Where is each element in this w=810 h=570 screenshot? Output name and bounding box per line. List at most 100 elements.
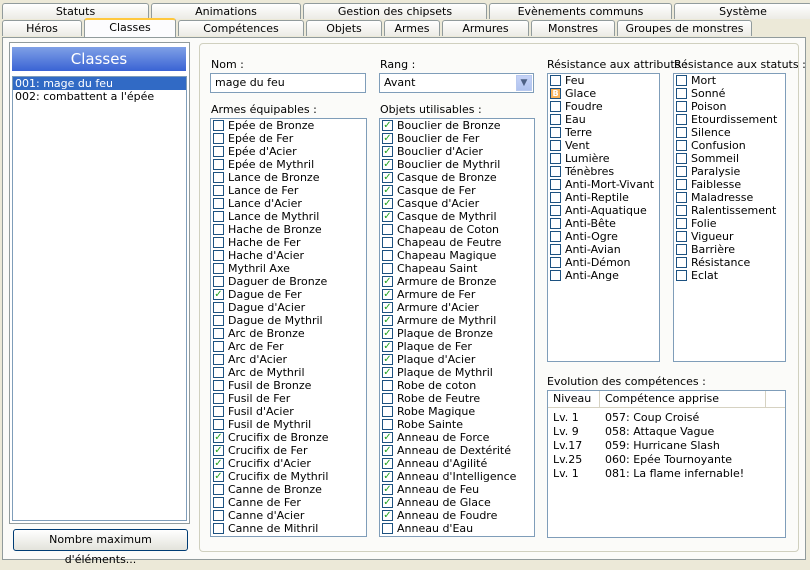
checkbox[interactable] (676, 153, 687, 164)
checkbox[interactable] (676, 192, 687, 203)
checkbox[interactable] (382, 432, 393, 443)
col-niveau[interactable]: Niveau (548, 391, 600, 407)
res-statuts-list[interactable]: Mort Sonné Poison Etourdissement Silence Conf… (673, 73, 786, 362)
checkbox[interactable] (213, 367, 224, 378)
checkbox-row[interactable]: Foudre (548, 100, 659, 113)
checkbox[interactable] (382, 276, 393, 287)
checkbox-row[interactable]: Robe Magique (380, 405, 534, 418)
checkbox[interactable] (213, 328, 224, 339)
checkbox[interactable] (213, 510, 224, 521)
checkbox-row[interactable]: Mythril Axe (211, 262, 366, 275)
checkbox-row[interactable]: Anneau de Foudre (380, 509, 534, 522)
checkbox-row[interactable]: Canne de Bronze (211, 483, 366, 496)
checkbox[interactable] (213, 315, 224, 326)
checkbox[interactable] (676, 166, 687, 177)
checkbox[interactable] (213, 380, 224, 391)
checkbox[interactable] (676, 75, 687, 86)
checkbox[interactable] (382, 133, 393, 144)
checkbox-row[interactable]: Crucifix de Mythril (211, 470, 366, 483)
checkbox-row[interactable]: Folie (674, 217, 785, 230)
checkbox-row[interactable]: Sonné (674, 87, 785, 100)
checkbox[interactable] (550, 101, 561, 112)
checkbox-row[interactable]: Lance d'Acier (211, 197, 366, 210)
checkbox-row[interactable]: Etourdissement (674, 113, 785, 126)
class-list-item[interactable]: 001: mage du feu (13, 77, 186, 90)
checkbox[interactable] (382, 315, 393, 326)
checkbox-row[interactable]: Fusil de Fer (211, 392, 366, 405)
checkbox-row[interactable]: Eau (548, 113, 659, 126)
nom-field[interactable]: mage du feu (210, 73, 366, 93)
checkbox-row[interactable]: Anneau de Dextérité (380, 444, 534, 457)
checkbox[interactable] (382, 120, 393, 131)
checkbox-row[interactable]: Anti-Avian (548, 243, 659, 256)
tab-systeme[interactable]: Système (674, 3, 810, 19)
checkbox-row[interactable]: Fusil d'Acier (211, 405, 366, 418)
checkbox[interactable] (382, 250, 393, 261)
checkbox-row[interactable]: Sommeil (674, 152, 785, 165)
checkbox-row[interactable]: Anti-Démon (548, 256, 659, 269)
checkbox[interactable] (213, 341, 224, 352)
checkbox[interactable] (213, 458, 224, 469)
checkbox-row[interactable]: Armure de Mythril (380, 314, 534, 327)
checkbox-row[interactable]: Crucifix d'Acier (211, 457, 366, 470)
chevron-down-icon[interactable]: ▼ (516, 75, 532, 91)
checkbox-row[interactable]: Plaque de Fer (380, 340, 534, 353)
checkbox[interactable] (213, 276, 224, 287)
checkbox[interactable] (213, 237, 224, 248)
checkbox[interactable]: B (550, 88, 561, 99)
checkbox-row[interactable]: Anti-Ogre (548, 230, 659, 243)
evolution-row[interactable]: Lv.25 060: Epée Tournoyante (548, 453, 785, 467)
checkbox[interactable] (382, 419, 393, 430)
checkbox-row[interactable]: Mort (674, 74, 785, 87)
checkbox[interactable] (676, 179, 687, 190)
checkbox-row[interactable]: Confusion (674, 139, 785, 152)
checkbox-row[interactable]: Hache d'Acier (211, 249, 366, 262)
checkbox[interactable] (382, 393, 393, 404)
checkbox[interactable] (382, 354, 393, 365)
checkbox-row[interactable]: Bouclier de Fer (380, 132, 534, 145)
tab-competences[interactable]: Compétences (178, 20, 304, 36)
checkbox-row[interactable]: Anneau d'Eau (380, 522, 534, 535)
checkbox[interactable] (213, 224, 224, 235)
checkbox[interactable] (382, 471, 393, 482)
checkbox[interactable] (676, 218, 687, 229)
col-competence[interactable]: Compétence apprise (600, 391, 766, 407)
checkbox[interactable] (213, 393, 224, 404)
checkbox[interactable] (550, 153, 561, 164)
checkbox-row[interactable]: Casque de Bronze (380, 171, 534, 184)
checkbox[interactable] (213, 198, 224, 209)
checkbox[interactable] (382, 406, 393, 417)
checkbox-row[interactable]: Fusil de Mythril (211, 418, 366, 431)
checkbox-row[interactable]: Lance de Mythril (211, 210, 366, 223)
checkbox-row[interactable]: Chapeau Magique (380, 249, 534, 262)
checkbox[interactable] (382, 302, 393, 313)
checkbox-row[interactable]: Armure d'Acier (380, 301, 534, 314)
checkbox-row[interactable]: Anneau de Force (380, 431, 534, 444)
checkbox[interactable] (213, 211, 224, 222)
checkbox[interactable] (676, 205, 687, 216)
checkbox[interactable] (382, 237, 393, 248)
checkbox[interactable] (382, 172, 393, 183)
checkbox[interactable] (382, 224, 393, 235)
checkbox-row[interactable]: Lumière (548, 152, 659, 165)
checkbox-row[interactable]: Canne d'Acier (211, 509, 366, 522)
checkbox-row[interactable]: Hache de Fer (211, 236, 366, 249)
objets-list[interactable]: Bouclier de BronzeBouclier de FerBouclie… (379, 118, 535, 537)
checkbox-row[interactable]: Daguer de Bronze (211, 275, 366, 288)
checkbox[interactable] (676, 127, 687, 138)
checkbox[interactable] (382, 263, 393, 274)
evolution-row[interactable]: Lv.17 059: Hurricane Slash (548, 439, 785, 453)
checkbox[interactable] (382, 146, 393, 157)
checkbox[interactable] (382, 497, 393, 508)
tab-objets[interactable]: Objets (306, 20, 382, 36)
checkbox[interactable] (550, 140, 561, 151)
tab-evenements-communs[interactable]: Evènements communs (489, 3, 672, 19)
checkbox[interactable] (213, 159, 224, 170)
checkbox-row[interactable]: Terre (548, 126, 659, 139)
checkbox-row[interactable]: Maladresse (674, 191, 785, 204)
checkbox-row[interactable]: Poison (674, 100, 785, 113)
checkbox-row[interactable]: Vent (548, 139, 659, 152)
checkbox-row[interactable]: Dague de Fer (211, 288, 366, 301)
checkbox[interactable] (213, 419, 224, 430)
checkbox-row[interactable]: Epée d'Acier (211, 145, 366, 158)
